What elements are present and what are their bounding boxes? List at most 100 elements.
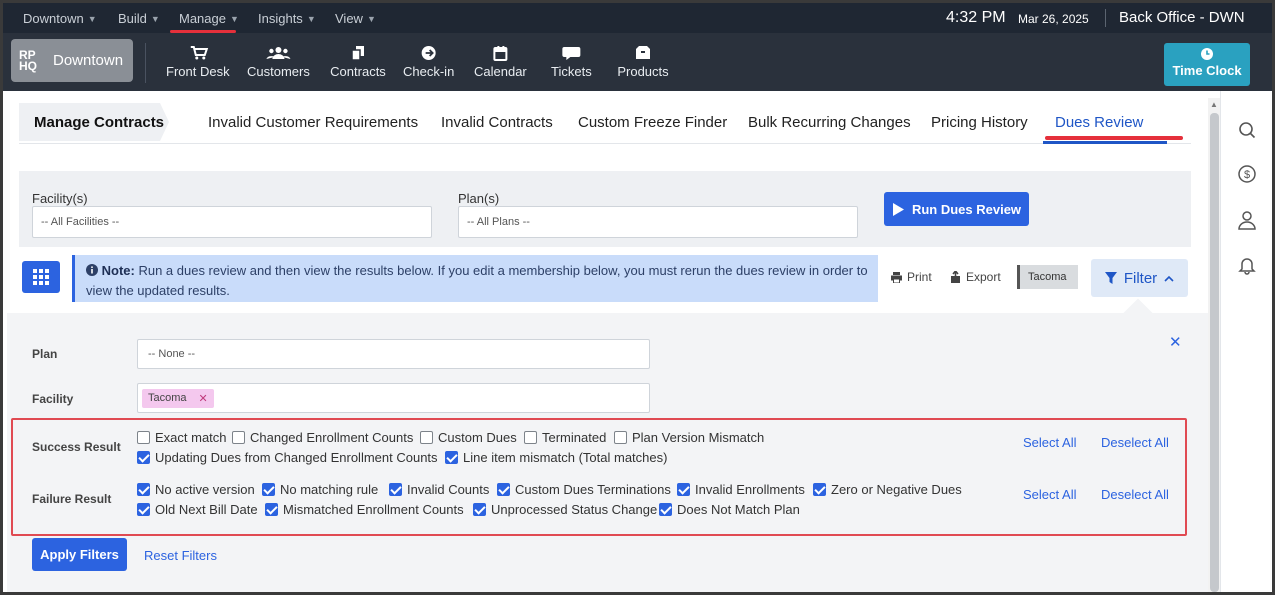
menu-label: Insights (258, 11, 303, 26)
apply-filters-button[interactable]: Apply Filters (32, 538, 127, 571)
office-selector[interactable]: Back Office - DWN (1119, 9, 1245, 26)
filter-facility-multiselect[interactable]: Tacoma ✕ (137, 383, 650, 413)
column-grid-button[interactable] (22, 261, 60, 293)
scrollbar-thumb[interactable] (1210, 113, 1219, 592)
tab-bulk-recurring-changes[interactable]: Bulk Recurring Changes (748, 114, 911, 131)
checkbox-checked[interactable] (445, 451, 458, 464)
checkbox-exact-match[interactable]: Exact match (137, 430, 227, 445)
nav-contracts[interactable]: Contracts (328, 45, 388, 79)
checkbox[interactable] (614, 431, 627, 444)
nav-tickets[interactable]: Tickets (551, 45, 592, 79)
checkbox-checked[interactable] (659, 503, 672, 516)
checkbox-does-not-match-plan[interactable]: Does Not Match Plan (659, 502, 800, 517)
checkbox-checked[interactable] (389, 483, 402, 496)
users-icon (266, 47, 291, 59)
tab-dues-review[interactable]: Dues Review (1055, 114, 1143, 131)
checkbox-terminated[interactable]: Terminated (524, 430, 606, 445)
checkbox-custom-dues[interactable]: Custom Dues (420, 430, 517, 445)
checkbox-zero-or-negative-dues[interactable]: Zero or Negative Dues (813, 482, 962, 497)
checkbox-checked[interactable] (265, 503, 278, 516)
scroll-up-arrow[interactable]: ▲ (1210, 100, 1218, 109)
checkbox-label: No active version (155, 482, 255, 497)
success-deselect-all-link[interactable]: Deselect All (1101, 435, 1169, 450)
facility-select[interactable]: -- All Facilities -- (32, 206, 432, 238)
checkbox[interactable] (420, 431, 433, 444)
box-icon (636, 46, 650, 59)
filter-toggle-button[interactable]: Filter (1091, 259, 1188, 297)
failure-deselect-all-link[interactable]: Deselect All (1101, 487, 1169, 502)
success-result-label: Success Result (32, 440, 121, 454)
top-menu-bar: Downtown ▼ Build ▼ Manage ▼ Insights ▼ View ▼… (3, 3, 1272, 33)
checkbox-plan-version-mismatch[interactable]: Plan Version Mismatch (614, 430, 764, 445)
time-clock-label: Time Clock (1172, 63, 1242, 78)
tab-invalid-customer-requirements[interactable]: Invalid Customer Requirements (208, 114, 418, 131)
checkbox-label: Invalid Counts (407, 482, 490, 497)
nav-calendar[interactable]: Calendar (474, 45, 527, 79)
checkbox-label: Updating Dues from Changed Enrollment Co… (155, 450, 438, 465)
menu-view[interactable]: View ▼ (335, 11, 376, 26)
checkbox-invalid-counts[interactable]: Invalid Counts (389, 482, 489, 497)
menu-insights[interactable]: Insights ▼ (258, 11, 316, 26)
checkbox-mismatched-enrollment-counts[interactable]: Mismatched Enrollment Counts (265, 502, 464, 517)
time-clock-button[interactable]: Time Clock (1164, 43, 1250, 86)
bell-icon[interactable] (1236, 254, 1258, 276)
export-button[interactable]: Export (950, 270, 1001, 284)
print-button[interactable]: Print (891, 270, 932, 284)
checkbox-label: Unprocessed Status Change (491, 502, 658, 517)
checkbox[interactable] (524, 431, 537, 444)
checkbox-checked[interactable] (473, 503, 486, 516)
user-icon[interactable] (1236, 209, 1258, 231)
checkbox-checked[interactable] (137, 451, 150, 464)
location-logo[interactable]: RP HQ Downtown (11, 39, 133, 82)
calendar-icon (493, 46, 508, 61)
dollar-icon[interactable]: $ (1236, 163, 1258, 185)
menu-label: Build (118, 11, 147, 26)
clock-time: 4:32 PM (946, 9, 1006, 26)
remove-tag-icon[interactable]: ✕ (199, 392, 208, 405)
checkbox-line-item-mismatch[interactable]: Line item mismatch (Total matches) (445, 450, 667, 465)
facility-tag-label: Tacoma (148, 392, 187, 404)
search-icon[interactable] (1236, 119, 1258, 141)
nav-check-in[interactable]: Check-in (403, 45, 454, 79)
note-text: Run a dues review and then view the resu… (86, 263, 868, 298)
checkbox-checked[interactable] (137, 483, 150, 496)
checkbox-custom-dues-terminations[interactable]: Custom Dues Terminations (497, 482, 671, 497)
plan-select[interactable]: -- All Plans -- (458, 206, 858, 238)
checkbox-checked[interactable] (262, 483, 275, 496)
tab-pricing-history[interactable]: Pricing History (931, 114, 1028, 131)
facility-chip[interactable]: Tacoma (1017, 265, 1078, 289)
checkbox-checked[interactable] (497, 483, 510, 496)
checkbox-no-matching-rule[interactable]: No matching rule (262, 482, 378, 497)
checkbox-no-active-version[interactable]: No active version (137, 482, 255, 497)
chevron-down-icon: ▼ (87, 13, 97, 24)
checkbox-invalid-enrollments[interactable]: Invalid Enrollments (677, 482, 805, 497)
close-icon[interactable]: ✕ (1169, 333, 1182, 351)
checkbox[interactable] (137, 431, 150, 444)
filter-plan-select[interactable]: -- None -- (137, 339, 650, 369)
checkbox-old-next-bill-date[interactable]: Old Next Bill Date (137, 502, 258, 517)
checkbox-unprocessed-status-change[interactable]: Unprocessed Status Change (473, 502, 657, 517)
divider (145, 43, 146, 83)
tab-custom-freeze-finder[interactable]: Custom Freeze Finder (578, 114, 727, 131)
tab-invalid-contracts[interactable]: Invalid Contracts (441, 114, 553, 131)
failure-select-all-link[interactable]: Select All (1023, 487, 1076, 502)
checkbox-checked[interactable] (677, 483, 690, 496)
checkbox-checked[interactable] (813, 483, 826, 496)
checkbox-label: Custom Dues (438, 430, 517, 445)
nav-customers[interactable]: Customers (247, 45, 310, 79)
checkbox[interactable] (232, 431, 245, 444)
nav-front-desk[interactable]: Front Desk (166, 45, 230, 79)
checkbox-changed-enrollment-counts[interactable]: Changed Enrollment Counts (232, 430, 413, 445)
checkbox-checked[interactable] (137, 503, 150, 516)
reset-filters-link[interactable]: Reset Filters (144, 548, 217, 563)
success-select-all-link[interactable]: Select All (1023, 435, 1076, 450)
tab-manage-contracts[interactable]: Manage Contracts (19, 103, 169, 141)
menu-manage[interactable]: Manage ▼ (179, 11, 239, 26)
run-dues-review-button[interactable]: Run Dues Review (884, 192, 1029, 226)
printer-icon (891, 271, 902, 283)
checkbox-updating-dues[interactable]: Updating Dues from Changed Enrollment Co… (137, 450, 438, 465)
menu-build[interactable]: Build ▼ (118, 11, 160, 26)
filter-label: Filter (1123, 269, 1158, 287)
menu-downtown[interactable]: Downtown ▼ (23, 11, 97, 26)
nav-products[interactable]: Products (617, 45, 669, 79)
